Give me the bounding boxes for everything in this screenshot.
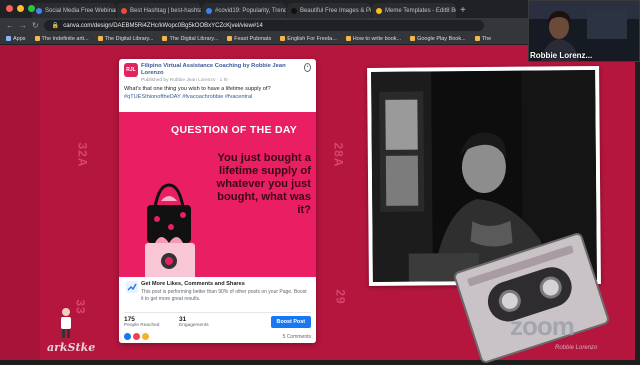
question-heading: QUESTION OF THE DAY: [171, 124, 298, 136]
bookmark-label: How to write book...: [352, 35, 402, 42]
minimize-window-button[interactable]: [17, 5, 24, 12]
tab-favicon-icon: [121, 7, 127, 14]
facebook-post-card[interactable]: RJL Filipino Virtual Assistance Coaching…: [119, 59, 316, 343]
more-options-icon[interactable]: •: [304, 63, 311, 72]
close-window-button[interactable]: [6, 5, 13, 12]
browser-tab[interactable]: Beautiful Free Images & Pictur×: [287, 3, 371, 18]
bookmark-favicon-icon: [410, 36, 416, 41]
boost-panel: Get More Likes, Comments and Shares This…: [119, 277, 316, 343]
deco-label-bottom-left: 33: [73, 299, 88, 315]
bookmark-label: English For Freela...: [287, 35, 337, 42]
question-body: You just bought a lifetime supply of wha…: [216, 152, 312, 216]
boost-heading: Get More Likes, Comments and Shares: [141, 281, 245, 287]
page-avatar: RJL: [124, 63, 138, 77]
comments-count[interactable]: 5 Comments: [283, 334, 311, 340]
boost-graph-icon: [126, 281, 138, 293]
maximize-window-button[interactable]: [28, 5, 35, 12]
like-reaction-icon: [124, 333, 131, 340]
bookmark-item[interactable]: The: [474, 35, 492, 42]
browser-tab[interactable]: #covid19: Popularity, Trend, n×: [202, 3, 286, 18]
engagements-stat: 31 Engagements: [179, 316, 234, 328]
haha-reaction-icon: [142, 333, 149, 340]
bookmark-item[interactable]: Apps: [6, 36, 26, 42]
post-meta: Published by Robbie Jean Lorenzo · 1 hr …: [141, 78, 231, 83]
person-figure-icon: [61, 308, 71, 338]
tab-title: Meme Templates - Edit8 Best: [385, 7, 456, 14]
canvas-left-margin: [0, 45, 40, 360]
new-tab-button[interactable]: +: [460, 4, 466, 18]
bookmark-item[interactable]: The Digital Library...: [97, 35, 154, 42]
deco-label-bottom-mid: 29: [333, 289, 348, 305]
browser-tab[interactable]: Best Hashtag | best-hashtag×: [117, 3, 201, 18]
bookmark-favicon-icon: [345, 36, 351, 41]
url-text: canva.com/design/DAEBM5Ri4ZHc/kWopc0Bg5k…: [63, 22, 263, 29]
bookmark-item[interactable]: Google Play Book...: [410, 36, 466, 42]
bookmark-label: Apps: [13, 35, 26, 42]
bookmark-item[interactable]: How to write book...: [345, 35, 402, 42]
bookmark-favicon-icon: [474, 36, 480, 41]
apps-grid-icon: [6, 36, 11, 41]
shopping-bag-illustration: [145, 183, 195, 283]
tab-favicon-icon: [206, 7, 212, 14]
reload-icon[interactable]: ↻: [32, 21, 39, 30]
signature-watermark: arkStke: [47, 341, 96, 354]
deco-label-left: 32A: [75, 142, 90, 168]
tab-favicon-icon: [36, 7, 42, 14]
bookmark-item[interactable]: English For Freela...: [280, 36, 337, 42]
window-controls: [6, 5, 35, 12]
bookmark-label: Google Play Book...: [417, 35, 466, 42]
people-reached-stat: 175 People Reached: [124, 316, 179, 328]
url-field[interactable]: 🔒 canva.com/design/DAEBM5Ri4ZHc/kWopc0Bg…: [43, 20, 484, 31]
participant-name: Robbie Lorenz...: [530, 51, 593, 60]
page-name[interactable]: Filipino Virtual Assistance Coaching by …: [141, 63, 301, 77]
lock-icon: 🔒: [51, 23, 60, 29]
bookmark-favicon-icon: [162, 36, 168, 41]
browser-tab[interactable]: Social Media Free Webinar×: [32, 3, 116, 18]
engagements-value: 31: [179, 316, 187, 323]
bookmark-label: The Digital Library...: [169, 35, 219, 42]
bookmark-favicon-icon: [227, 36, 233, 41]
bookmark-favicon-icon: [280, 36, 286, 41]
love-reaction-icon: [133, 333, 140, 340]
post-text: What's that one thing you wish to have a…: [124, 86, 271, 92]
browser-tab[interactable]: Meme Templates - Edit8 Best×: [372, 3, 456, 18]
bookmark-favicon-icon: [97, 36, 103, 41]
forward-icon[interactable]: →: [19, 21, 27, 30]
presenter-watermark: Robbie Lorenzo: [555, 345, 598, 351]
tab-title: Social Media Free Webinar: [45, 7, 116, 14]
bookmark-item[interactable]: The Indefinite arti...: [34, 35, 89, 42]
tab-title: Beautiful Free Images & Pictur: [300, 7, 371, 14]
zoom-watermark: zoom: [510, 311, 575, 341]
back-icon[interactable]: ←: [6, 21, 14, 30]
bookmark-favicon-icon: [34, 36, 40, 41]
people-reached-value: 175: [124, 316, 135, 323]
tab-favicon-icon: [376, 7, 382, 14]
boost-text: This post is performing better than 90% …: [141, 289, 307, 302]
question-image: QUESTION OF THE DAY You just bought a li…: [119, 112, 316, 283]
bookmark-label: Feast Pubmats: [234, 35, 272, 42]
bookmark-label: The Indefinite arti...: [41, 35, 89, 42]
bookmark-item[interactable]: The Digital Library...: [162, 36, 218, 42]
bookmark-item[interactable]: Feast Pubmats: [227, 36, 271, 42]
tab-title: #covid19: Popularity, Trend, n: [215, 7, 286, 14]
people-reached-label: People Reached: [124, 323, 160, 328]
tab-title: Best Hashtag | best-hashtag: [130, 7, 201, 14]
tab-favicon-icon: [291, 7, 297, 14]
bookmark-label: The: [481, 35, 492, 42]
post-hashtags[interactable]: #qTUESthionoftheDAY #fvacoachrobbie #fva…: [119, 94, 316, 102]
engagements-label: Engagements: [179, 323, 209, 328]
deco-label-mid: 28A: [331, 142, 346, 168]
bookmark-label: The Digital Library...: [104, 35, 154, 42]
boost-post-button[interactable]: Boost Post: [270, 316, 311, 328]
